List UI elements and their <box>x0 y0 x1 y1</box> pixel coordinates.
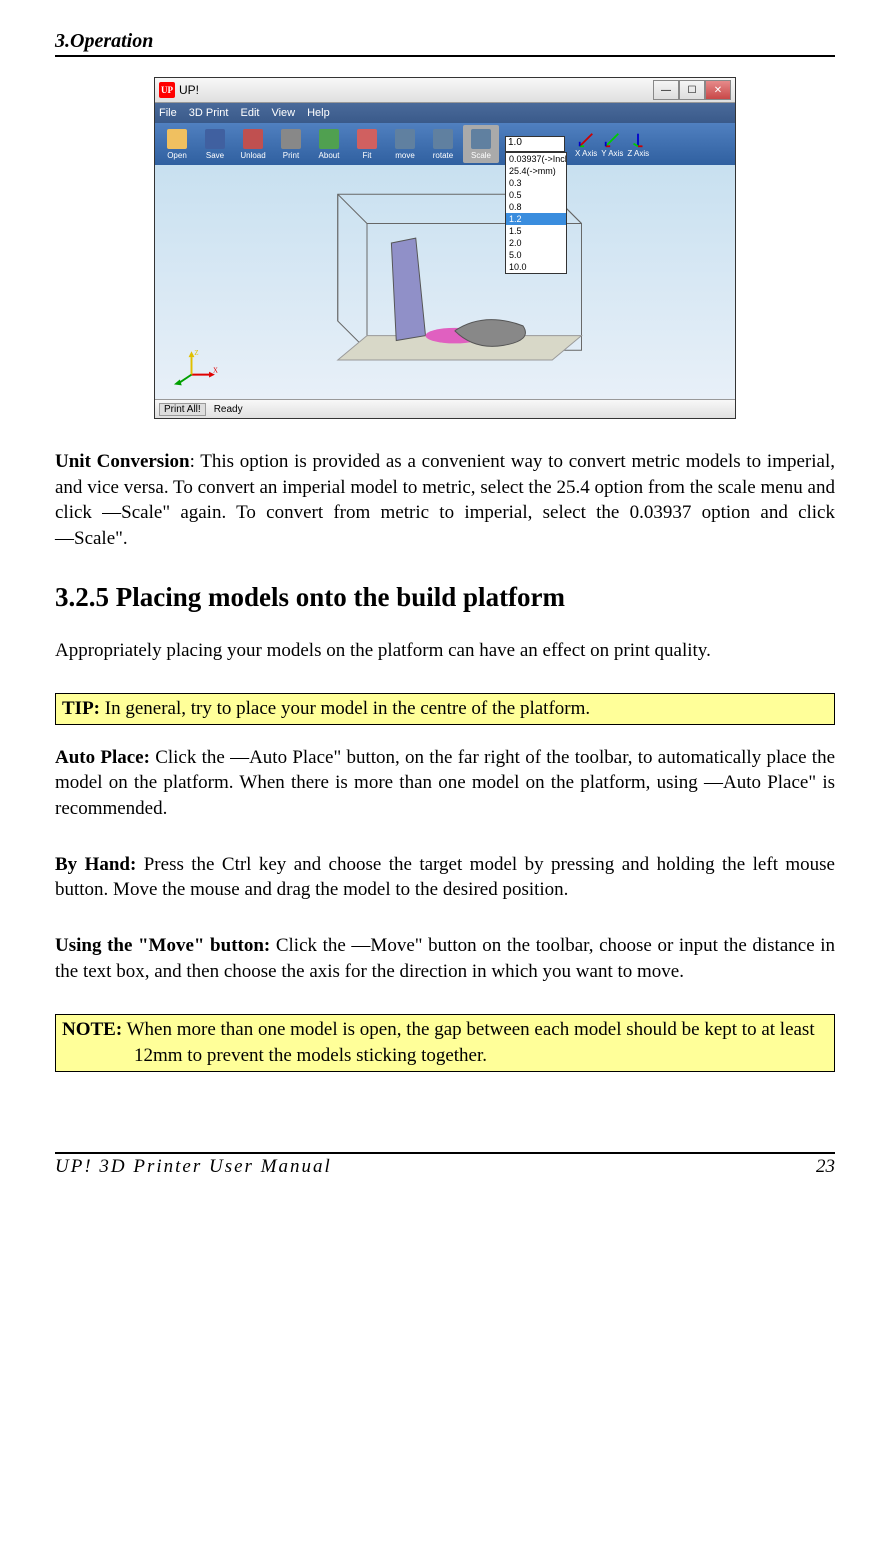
scale-option[interactable]: 1.5 <box>506 225 566 237</box>
print-button[interactable]: Print <box>273 125 309 163</box>
footer-page-number: 23 <box>816 1156 835 1178</box>
yaxis-icon <box>603 131 621 149</box>
move-icon <box>395 129 415 149</box>
window-controls: — ☐ ✕ <box>653 80 731 100</box>
using-move-label: Using the "Move" button: <box>55 935 270 956</box>
zaxis-button[interactable]: Z Axis <box>627 131 649 158</box>
app-logo-icon: UP <box>159 82 175 98</box>
scale-option[interactable]: 5.0 <box>506 249 566 261</box>
note-label: NOTE: <box>62 1019 122 1040</box>
unit-conversion-paragraph: Unit Conversion: This option is provided… <box>55 449 835 552</box>
about-icon <box>319 129 339 149</box>
fit-button[interactable]: Fit <box>349 125 385 163</box>
xaxis-icon <box>577 131 595 149</box>
scale-option[interactable]: 0.5 <box>506 189 566 201</box>
using-move-paragraph: Using the "Move" button: Click the ―Move… <box>55 933 835 984</box>
unit-conversion-label: Unit Conversion <box>55 451 190 472</box>
scale-option[interactable]: 25.4(->mm) <box>506 165 566 177</box>
auto-place-paragraph: Auto Place: Click the ―Auto Place" butto… <box>55 745 835 822</box>
unload-icon <box>243 129 263 149</box>
auto-place-label: Auto Place: <box>55 747 150 768</box>
about-button[interactable]: About <box>311 125 347 163</box>
scale-button[interactable]: Scale <box>463 125 499 163</box>
scale-input-area: 1.0 0.03937(->Inch) 25.4(->mm) 0.3 0.5 0… <box>505 136 565 152</box>
scale-icon <box>471 129 491 149</box>
yaxis-button[interactable]: Y Axis <box>601 131 623 158</box>
note-box: NOTE: When more than one model is open, … <box>55 1014 835 1071</box>
svg-text:X: X <box>213 368 218 375</box>
tip-label: TIP: <box>62 698 100 719</box>
page-footer: UP! 3D Printer User Manual 23 <box>55 1152 835 1178</box>
rotate-icon <box>433 129 453 149</box>
menu-edit[interactable]: Edit <box>240 107 259 119</box>
print-all-button[interactable]: Print All! <box>159 403 206 416</box>
app-window: UP UP! — ☐ ✕ File 3D Print Edit View Hel… <box>154 77 736 419</box>
menu-3dprint[interactable]: 3D Print <box>189 107 229 119</box>
scale-option[interactable]: 0.03937(->Inch) <box>506 153 566 165</box>
svg-text:Z: Z <box>194 350 198 357</box>
status-bar: Print All! Ready <box>155 399 735 418</box>
scale-option[interactable]: 10.0 <box>506 261 566 273</box>
xaxis-button[interactable]: X Axis <box>575 131 597 158</box>
zaxis-icon <box>629 131 647 149</box>
menu-view[interactable]: View <box>271 107 295 119</box>
save-button[interactable]: Save <box>197 125 233 163</box>
screenshot-container: UP UP! — ☐ ✕ File 3D Print Edit View Hel… <box>55 77 835 419</box>
scale-option[interactable]: 0.3 <box>506 177 566 189</box>
menu-help[interactable]: Help <box>307 107 330 119</box>
open-button[interactable]: Open <box>159 125 195 163</box>
section-heading: 3.2.5 Placing models onto the build plat… <box>55 582 835 613</box>
axis-buttons: X Axis Y Axis Z Axis <box>575 131 649 158</box>
rotate-button[interactable]: rotate <box>425 125 461 163</box>
status-text: Ready <box>214 404 243 415</box>
open-icon <box>167 129 187 149</box>
minimize-button[interactable]: — <box>653 80 679 100</box>
intro-paragraph: Appropriately placing your models on the… <box>55 638 835 664</box>
scale-option-selected[interactable]: 1.2 <box>506 213 566 225</box>
window-title: UP! <box>179 83 653 97</box>
footer-manual-title: UP! 3D Printer User Manual <box>55 1156 332 1178</box>
move-button[interactable]: move <box>387 125 423 163</box>
close-button[interactable]: ✕ <box>705 80 731 100</box>
3d-viewport[interactable]: X Z <box>155 165 735 399</box>
page-header: 3.Operation <box>55 30 835 57</box>
menu-bar: File 3D Print Edit View Help <box>155 103 735 123</box>
scale-dropdown[interactable]: 0.03937(->Inch) 25.4(->mm) 0.3 0.5 0.8 1… <box>505 152 567 274</box>
by-hand-label: By Hand: <box>55 854 136 875</box>
scale-option[interactable]: 0.8 <box>506 201 566 213</box>
by-hand-paragraph: By Hand: Press the Ctrl key and choose t… <box>55 852 835 903</box>
toolbar: Open Save Unload Print About <box>155 123 735 165</box>
menu-file[interactable]: File <box>159 107 177 119</box>
print-icon <box>281 129 301 149</box>
scale-input[interactable]: 1.0 <box>505 136 565 152</box>
title-bar: UP UP! — ☐ ✕ <box>155 78 735 103</box>
scale-option[interactable]: 2.0 <box>506 237 566 249</box>
save-icon <box>205 129 225 149</box>
unload-button[interactable]: Unload <box>235 125 271 163</box>
tip-box: TIP: In general, try to place your model… <box>55 693 835 725</box>
fit-icon <box>357 129 377 149</box>
maximize-button[interactable]: ☐ <box>679 80 705 100</box>
